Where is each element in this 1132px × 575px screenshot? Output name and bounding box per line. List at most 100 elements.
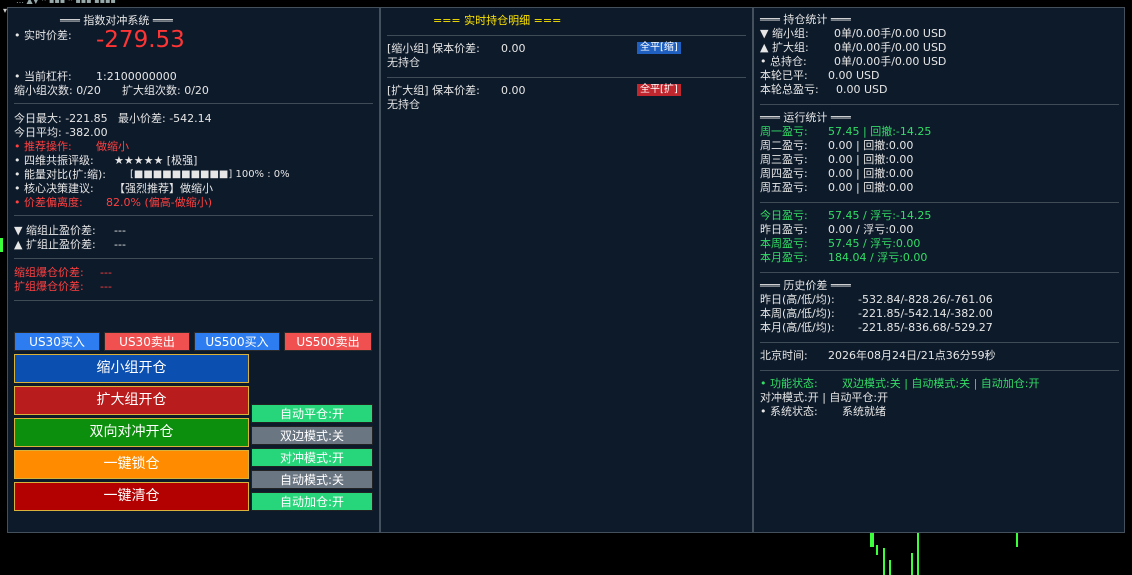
dual-mode-toggle[interactable]: 双边模式:关 <box>251 426 373 445</box>
pnl-row-label: 昨日盈亏: <box>760 223 808 236</box>
shrink-breakeven-label: [缩小组] 保本价差: <box>387 42 480 55</box>
shrink-count: 缩小组次数: 0/20 <box>14 84 101 97</box>
divider <box>14 103 373 104</box>
divider <box>760 104 1119 105</box>
round-total-value: 0.00 USD <box>836 83 888 96</box>
history-row-label: 本月(高/低/均): <box>760 321 835 334</box>
resonance-label: • 四维共振评级: <box>14 154 94 167</box>
chart-candle <box>911 553 913 575</box>
divider <box>760 272 1119 273</box>
pnl-row-label: 本月盈亏: <box>760 251 808 264</box>
us500-sell-button[interactable]: US500卖出 <box>284 332 372 351</box>
pnl-row-label: 今日盈亏: <box>760 209 808 222</box>
expand-liq-label: 扩组爆仓价差: <box>14 280 84 293</box>
leverage-label: • 当前杠杆: <box>14 70 72 83</box>
deviation-label: • 价差偏离度: <box>14 196 83 209</box>
round-closed-label: 本轮已平: <box>760 69 808 82</box>
round-closed-value: 0.00 USD <box>828 69 880 82</box>
shrink-liq-value: --- <box>100 266 112 279</box>
shrink-group-label: ▼ 缩小组: <box>760 27 809 40</box>
position-stats-title: ═══ 持仓统计 ═══ <box>760 13 851 26</box>
close-shrink-button[interactable]: 全平[缩] <box>637 42 681 54</box>
chart-candle <box>883 548 885 575</box>
history-row-value: -221.85/-542.14/-382.00 <box>858 307 993 320</box>
week-row-label: 周五盈亏: <box>760 181 808 194</box>
decision-value: 【强烈推荐】做缩小 <box>114 182 213 195</box>
divider <box>387 35 746 36</box>
hedge-mode-toggle[interactable]: 对冲模式:开 <box>251 448 373 467</box>
expand-tp-value: --- <box>114 238 126 251</box>
open-expand-group-button[interactable]: 扩大组开仓 <box>14 386 249 415</box>
live-diff-label: • 实时价差: <box>14 29 72 42</box>
live-diff-value: -279.53 <box>96 27 185 53</box>
divider <box>14 258 373 259</box>
chart-header-strip: … ▲▼ ·· ▪▪▪ ·· ▪▪▪ ▪▪▪▪ <box>0 0 1132 6</box>
auto-close-toggle[interactable]: 自动平仓:开 <box>251 404 373 423</box>
panel-title: === 实时持仓明细 === <box>433 14 562 27</box>
lock-position-button[interactable]: 一键锁仓 <box>14 450 249 479</box>
panel-title: ═══ 指数对冲系统 ═══ <box>60 14 173 27</box>
week-row-value: 0.00 | 回撤:0.00 <box>828 139 914 152</box>
expand-group-value: 0单/0.00手/0.00 USD <box>834 41 947 54</box>
resonance-value: ★★★★★ [极强] <box>114 154 198 167</box>
divider <box>760 370 1119 371</box>
chart-candle <box>889 560 891 575</box>
shrink-tp-label: ▼ 缩组止盈价差: <box>14 224 96 237</box>
divider <box>760 202 1119 203</box>
shrink-empty-text: 无持仓 <box>387 56 420 69</box>
hedge-system-panel: ═══ 指数对冲系统 ═══ • 实时价差: -279.53 • 当前杠杆: 1… <box>7 7 380 533</box>
week-row-value: 0.00 | 回撤:0.00 <box>828 153 914 166</box>
expand-breakeven-label: [扩大组] 保本价差: <box>387 84 480 97</box>
us500-buy-button[interactable]: US500买入 <box>194 332 280 351</box>
week-row-value: 0.00 | 回撤:0.00 <box>828 167 914 180</box>
week-row-value: 0.00 | 回撤:0.00 <box>828 181 914 194</box>
week-row-label: 周三盈亏: <box>760 153 808 166</box>
min-diff: 最小价差: -542.14 <box>118 112 212 125</box>
history-title: ═══ 历史价差 ═══ <box>760 279 851 292</box>
price-marker <box>0 238 3 252</box>
week-row-value: 57.45 | 回撤:-14.25 <box>828 125 932 138</box>
us30-buy-button[interactable]: US30买入 <box>14 332 100 351</box>
chart-candle <box>917 533 919 575</box>
week-row-label: 周一盈亏: <box>760 125 808 138</box>
open-shrink-group-button[interactable]: 缩小组开仓 <box>14 354 249 383</box>
beijing-time-value: 2026年08月24日/21点36分59秒 <box>828 349 996 362</box>
leverage-value: 1:2100000000 <box>96 70 177 83</box>
auto-add-toggle[interactable]: 自动加仓:开 <box>251 492 373 511</box>
today-max: 今日最大: -221.85 <box>14 112 108 125</box>
week-row-label: 周二盈亏: <box>760 139 808 152</box>
today-avg: 今日平均: -382.00 <box>14 126 108 139</box>
positions-detail-panel: === 实时持仓明细 === [缩小组] 保本价差: 0.00 全平[缩] 无持… <box>380 7 753 533</box>
us30-sell-button[interactable]: US30卖出 <box>104 332 190 351</box>
hedge-status-line: 对冲模式:开 | 自动平仓:开 <box>760 391 889 404</box>
pnl-row-value: 0.00 / 浮亏:0.00 <box>828 223 914 236</box>
pnl-row-value: 184.04 / 浮亏:0.00 <box>828 251 928 264</box>
divider <box>14 215 373 216</box>
open-hedge-button[interactable]: 双向对冲开仓 <box>14 418 249 447</box>
chart-candle <box>876 545 878 555</box>
shrink-liq-label: 缩组爆仓价差: <box>14 266 84 279</box>
pnl-row-value: 57.45 / 浮亏:0.00 <box>828 237 921 250</box>
decision-label: • 核心决策建议: <box>14 182 94 195</box>
deviation-value: 82.0% (偏高-做缩小) <box>106 196 212 209</box>
expand-count: 扩大组次数: 0/20 <box>122 84 209 97</box>
expand-tp-label: ▲ 扩组止盈价差: <box>14 238 96 251</box>
suggest-value: 做缩小 <box>96 140 129 153</box>
week-row-label: 周四盈亏: <box>760 167 808 180</box>
pnl-row-value: 57.45 / 浮亏:-14.25 <box>828 209 932 222</box>
history-row-label: 昨日(高/低/均): <box>760 293 835 306</box>
close-expand-button[interactable]: 全平[扩] <box>637 84 681 96</box>
total-position-label: • 总持仓: <box>760 55 807 68</box>
chart-ticker-text: … ▲▼ ·· ▪▪▪ ·· ▪▪▪ ▪▪▪▪ <box>16 0 116 5</box>
energy-label: • 能量对比(扩:缩): <box>14 168 106 181</box>
system-status-label: • 系统状态: <box>760 405 818 418</box>
chart-candle <box>1016 533 1018 547</box>
auto-mode-toggle[interactable]: 自动模式:关 <box>251 470 373 489</box>
run-stats-title: ═══ 运行统计 ═══ <box>760 111 851 124</box>
shrink-breakeven-value: 0.00 <box>501 42 526 55</box>
expand-liq-value: --- <box>100 280 112 293</box>
beijing-time-label: 北京时间: <box>760 349 808 362</box>
function-status-label: • 功能状态: <box>760 377 818 390</box>
close-all-button[interactable]: 一键清仓 <box>14 482 249 511</box>
history-row-value: -221.85/-836.68/-529.27 <box>858 321 993 334</box>
